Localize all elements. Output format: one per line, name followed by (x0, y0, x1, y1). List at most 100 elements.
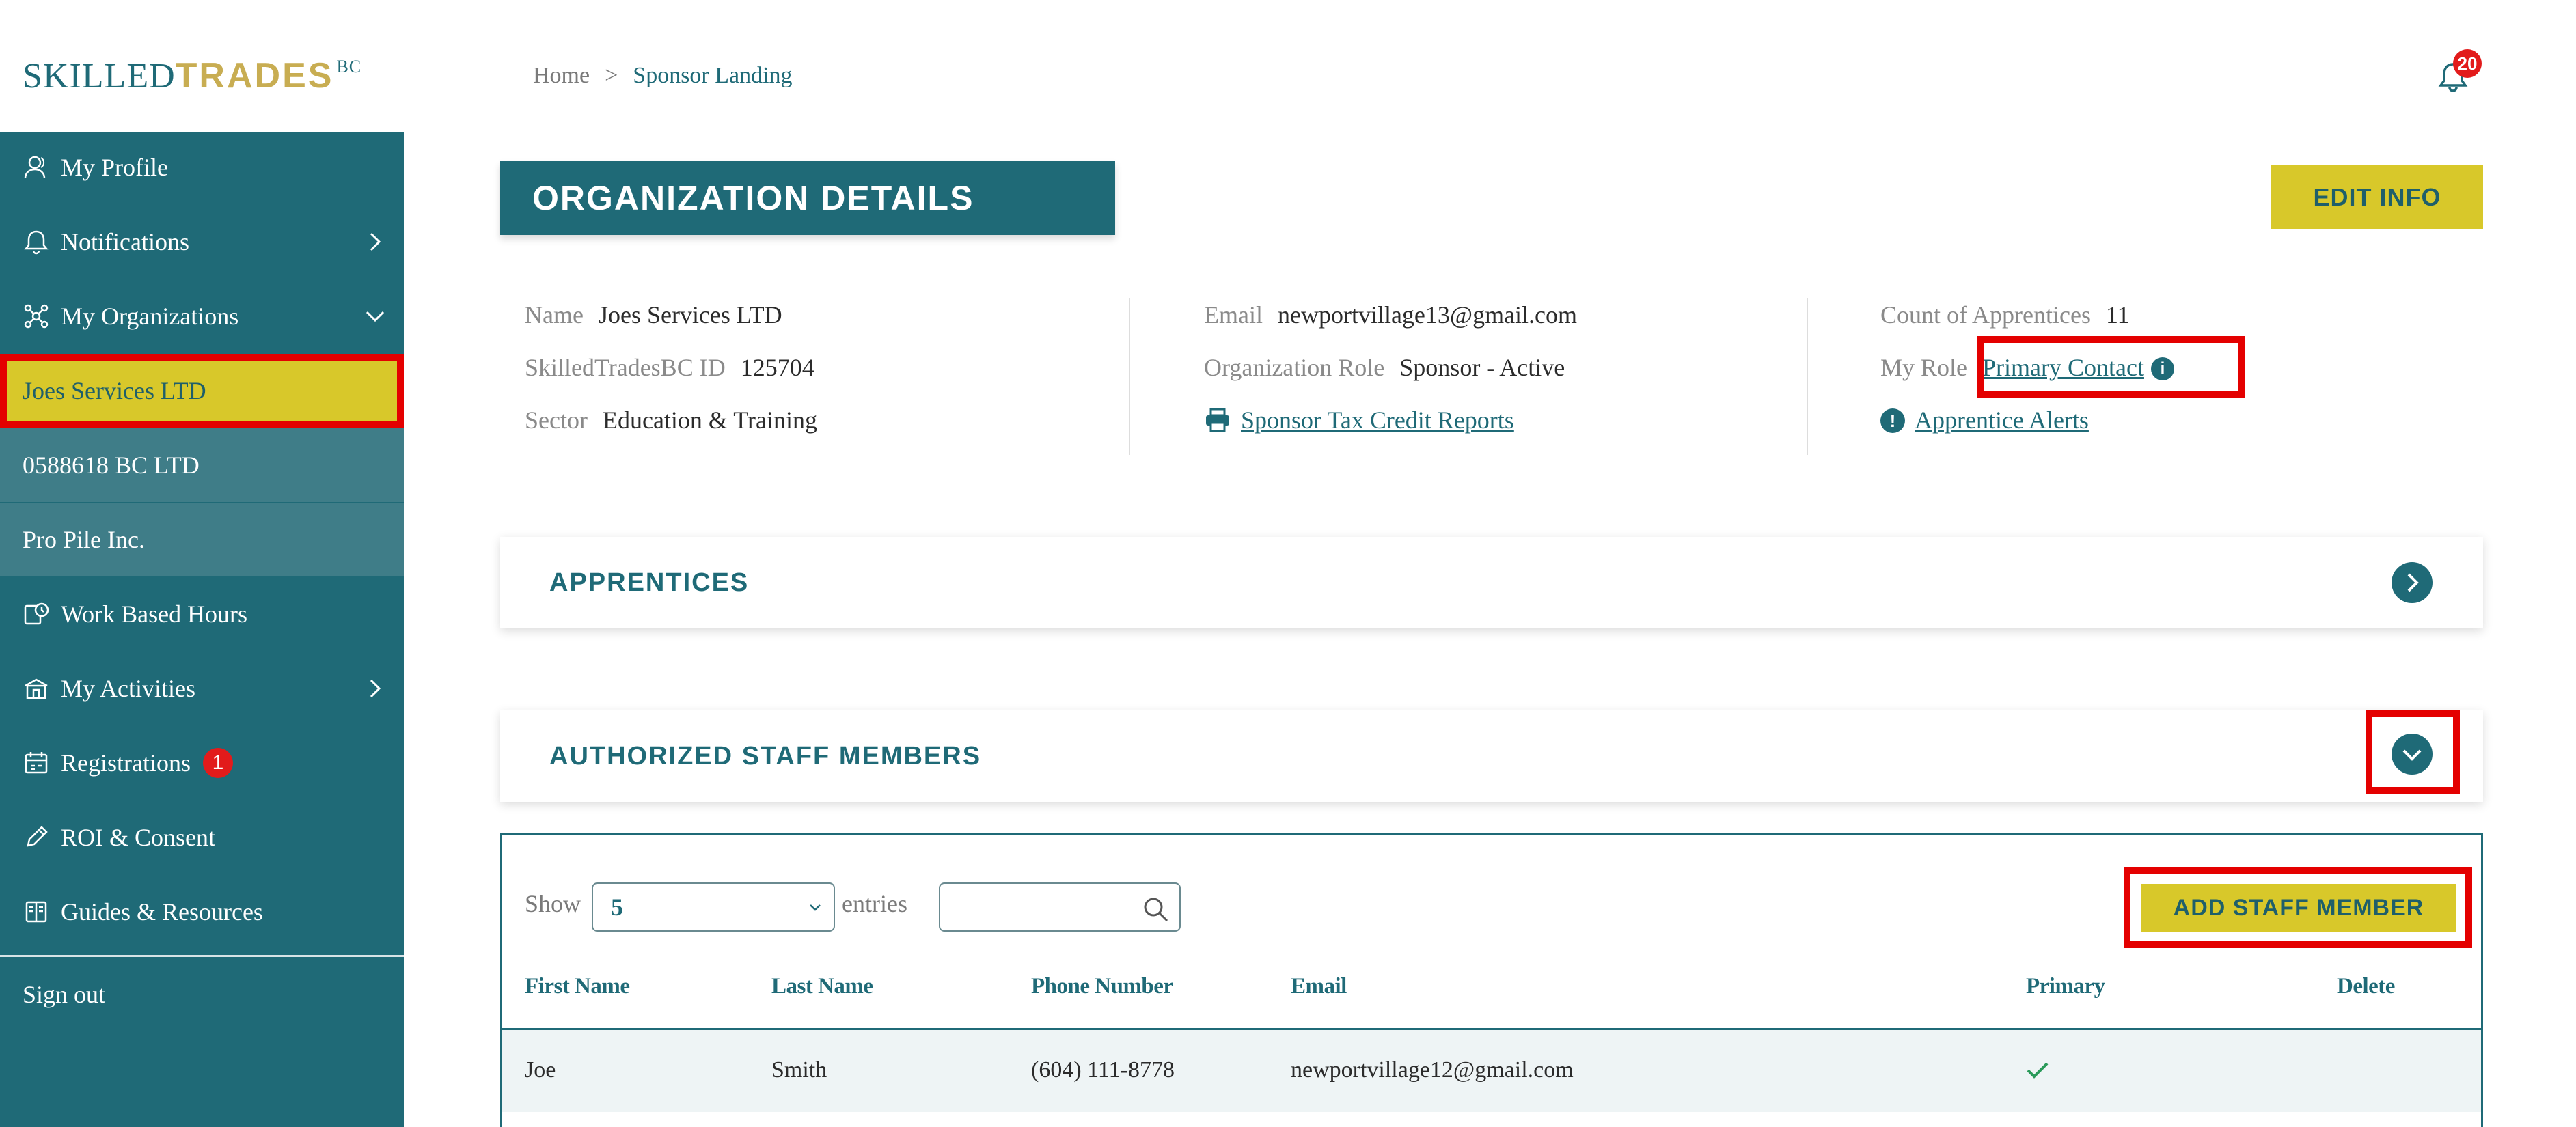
highlight-box-accordion-toggle (2366, 710, 2460, 794)
clock-icon (23, 600, 50, 628)
detail-label: Email (1204, 301, 1263, 329)
detail-value: Sponsor - Active (1399, 354, 1565, 381)
sidebar-item-label: Notifications (61, 228, 189, 255)
detail-value: 125704 (740, 354, 814, 381)
detail-label: Organization Role (1204, 354, 1385, 381)
registrations-count-badge: 1 (202, 748, 233, 778)
sidebar-item-notifications[interactable]: Notifications (0, 205, 404, 279)
sidebar-org-0588618[interactable]: 0588618 BC LTD (0, 428, 404, 502)
detail-divider (1807, 298, 1808, 455)
detail-value: Joes Services LTD (598, 301, 782, 329)
column-header-phone[interactable]: Phone Number (1031, 974, 1173, 999)
detail-value: Education & Training (602, 406, 817, 434)
sidebar-item-roi-consent[interactable]: ROI & Consent (0, 801, 404, 874)
sign-out-label: Sign out (23, 981, 106, 1008)
sidebar-item-my-organizations[interactable]: My Organizations (0, 279, 404, 353)
detail-label: Sector (525, 406, 588, 434)
user-icon (23, 154, 50, 181)
detail-label: Name (525, 301, 584, 329)
sidebar: SKILLEDTRADES BC My Profile Notifications… (0, 0, 404, 1127)
chevron-down-icon (366, 311, 385, 322)
sidebar-org-label: Pro Pile Inc. (23, 526, 145, 553)
detail-name: Name Joes Services LTD (525, 301, 782, 329)
alert-icon: ! (1880, 408, 1905, 433)
sidebar-item-registrations[interactable]: Registrations 1 (0, 726, 404, 800)
sidebar-org-joes-services[interactable]: Joes Services LTD (0, 354, 404, 428)
detail-divider (1129, 298, 1130, 455)
sponsor-tax-credit-reports[interactable]: Sponsor Tax Credit Reports (1204, 406, 1514, 434)
chevron-right-icon (370, 232, 381, 251)
sidebar-item-label: Guides & Resources (61, 898, 263, 926)
sidebar-item-my-activities[interactable]: My Activities (0, 652, 404, 725)
sidebar-item-label: Work Based Hours (61, 600, 248, 628)
chevron-right-icon (370, 679, 381, 698)
sidebar-item-my-profile[interactable]: My Profile (0, 130, 404, 204)
logo-area: SKILLEDTRADES BC (0, 0, 404, 132)
add-staff-member-button[interactable]: ADD STAFF MEMBER (2141, 884, 2456, 932)
breadcrumb-separator: > (605, 63, 618, 88)
pencil-icon (23, 824, 50, 851)
sidebar-item-label: My Organizations (61, 303, 239, 330)
apprentices-accordion[interactable]: APPRENTICES (500, 537, 2483, 628)
entries-select-value: 5 (611, 893, 623, 921)
chevron-right-icon[interactable] (2392, 562, 2433, 603)
entries-label: entries (842, 890, 907, 917)
detail-id: SkilledTradesBC ID 125704 (525, 353, 814, 382)
apprentice-alerts-link[interactable]: Apprentice Alerts (1915, 406, 2089, 434)
sidebar-org-label: 0588618 BC LTD (23, 451, 200, 479)
skilledtrades-logo[interactable]: SKILLEDTRADES BC (23, 46, 361, 97)
column-header-delete: Delete (2337, 974, 2395, 999)
school-icon (23, 675, 50, 702)
sponsor-tax-credit-reports-link[interactable]: Sponsor Tax Credit Reports (1241, 406, 1514, 434)
detail-sector: Sector Education & Training (525, 406, 817, 434)
sidebar-org-pro-pile[interactable]: Pro Pile Inc. (0, 503, 404, 576)
logo-text-skilled: SKILLED (23, 57, 176, 96)
logo-text-trades: TRADES (175, 56, 334, 96)
apprentice-alerts[interactable]: ! Apprentice Alerts (1880, 406, 2089, 434)
sidebar-item-guides-resources[interactable]: Guides & Resources (0, 875, 404, 949)
breadcrumb-current: Sponsor Landing (633, 63, 793, 88)
detail-value: newportvillage13@gmail.com (1277, 301, 1578, 329)
column-header-first-name[interactable]: First Name (525, 974, 630, 999)
accordion-title: AUTHORIZED STAFF MEMBERS (549, 741, 982, 770)
detail-label: My Role (1880, 354, 1968, 381)
cell-last-name: Smith (771, 1057, 827, 1083)
cell-phone: (604) 111-8778 (1031, 1057, 1175, 1083)
sidebar-item-label: My Activities (61, 675, 195, 702)
accordion-title: APPRENTICES (549, 568, 750, 597)
cell-first-name: Joe (525, 1057, 556, 1083)
table-row (502, 1112, 2481, 1127)
bell-icon (23, 228, 50, 255)
detail-value: 11 (2105, 301, 2130, 329)
notification-count-badge: 20 (2453, 49, 2482, 78)
show-label: Show (525, 890, 581, 917)
book-icon (23, 898, 50, 926)
sign-out-link[interactable]: Sign out (0, 958, 404, 1031)
page-title: ORGANIZATION DETAILS (500, 161, 1115, 235)
authorized-staff-accordion[interactable]: AUTHORIZED STAFF MEMBERS (500, 710, 2483, 802)
breadcrumb-home[interactable]: Home (533, 63, 590, 88)
chevron-down-icon (810, 904, 821, 911)
sidebar-divider (0, 955, 404, 957)
entries-select[interactable]: 5 (592, 882, 835, 932)
sidebar-item-label: ROI & Consent (61, 824, 216, 851)
sidebar-item-label: My Profile (61, 154, 168, 181)
logo-text-bc: BC (336, 57, 362, 76)
detail-count-apprentices: Count of Apprentices 11 (1880, 301, 2130, 329)
breadcrumb: Home > Sponsor Landing (533, 63, 793, 89)
column-header-email[interactable]: Email (1291, 974, 1347, 999)
column-header-last-name[interactable]: Last Name (771, 974, 873, 999)
sidebar-org-label: Joes Services LTD (23, 377, 206, 404)
network-icon (23, 303, 50, 330)
highlight-box-primary-contact (1977, 336, 2245, 398)
sidebar-item-work-based-hours[interactable]: Work Based Hours (0, 577, 404, 651)
column-header-primary[interactable]: Primary (2026, 974, 2105, 999)
detail-label: SkilledTradesBC ID (525, 354, 726, 381)
search-icon[interactable] (1141, 895, 1170, 923)
detail-role: Organization Role Sponsor - Active (1204, 353, 1565, 382)
calendar-icon (23, 749, 50, 777)
check-icon (2027, 1062, 2049, 1079)
edit-info-button[interactable]: EDIT INFO (2271, 165, 2483, 229)
printer-icon (1206, 408, 1229, 432)
cell-email: newportvillage12@gmail.com (1291, 1057, 1574, 1083)
